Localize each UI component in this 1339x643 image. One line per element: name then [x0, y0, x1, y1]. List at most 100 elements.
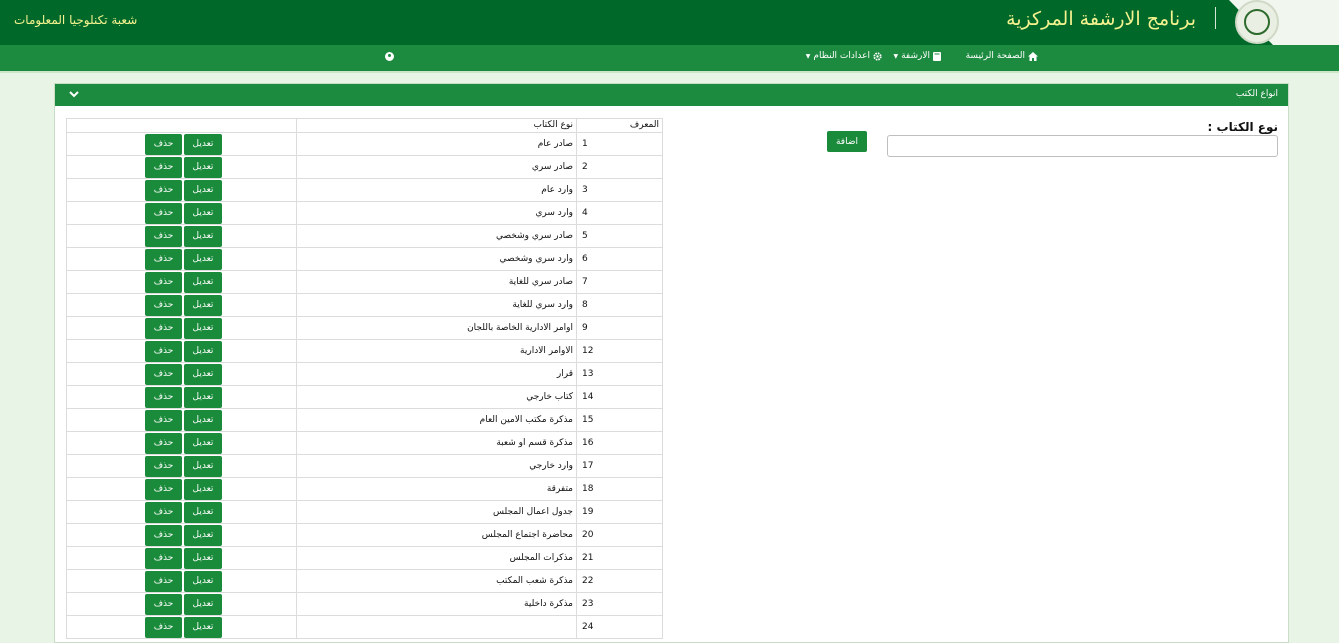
edit-button[interactable]: تعديل: [184, 294, 222, 316]
edit-button[interactable]: تعديل: [184, 501, 222, 523]
delete-button[interactable]: حذف: [145, 501, 182, 523]
edit-button[interactable]: تعديل: [184, 179, 222, 201]
row-actions: تعديلحذف: [66, 316, 297, 340]
row-actions: تعديلحذف: [66, 362, 297, 386]
edit-button[interactable]: تعديل: [184, 432, 222, 454]
row-book-type: الاوامر الادارية: [296, 339, 577, 363]
row-actions: تعديلحذف: [66, 155, 297, 179]
delete-button[interactable]: حذف: [145, 478, 182, 500]
row-id: 1: [576, 132, 663, 156]
user-circle-icon[interactable]: [385, 52, 394, 61]
edit-button[interactable]: تعديل: [184, 616, 222, 638]
home-icon: [1028, 51, 1038, 61]
table-row: 19 جدول اعمال المجلس تعديلحذف: [66, 500, 663, 524]
delete-button[interactable]: حذف: [145, 340, 182, 362]
delete-button[interactable]: حذف: [145, 409, 182, 431]
row-actions: تعديلحذف: [66, 431, 297, 455]
delete-button[interactable]: حذف: [145, 317, 182, 339]
row-book-type: مذكرة مكتب الامين العام: [296, 408, 577, 432]
department-name: شعبة تكنلوجيا المعلومات: [14, 13, 138, 27]
row-actions: تعديلحذف: [66, 569, 297, 593]
delete-button[interactable]: حذف: [145, 386, 182, 408]
edit-button[interactable]: تعديل: [184, 202, 222, 224]
delete-button[interactable]: حذف: [145, 248, 182, 270]
row-book-type: مذكرات المجلس: [296, 546, 577, 570]
edit-button[interactable]: تعديل: [184, 386, 222, 408]
row-actions: تعديلحذف: [66, 201, 297, 225]
row-book-type: وارد خارجي: [296, 454, 577, 478]
edit-button[interactable]: تعديل: [184, 271, 222, 293]
edit-button[interactable]: تعديل: [184, 593, 222, 615]
row-id: 4: [576, 201, 663, 225]
table-row: 8 وارد سري للغاية تعديلحذف: [66, 293, 663, 317]
row-actions: تعديلحذف: [66, 408, 297, 432]
main-navbar: الصفحة الرئيسة الارشفة ▼ اعدادات النظام …: [0, 45, 1339, 73]
edit-button[interactable]: تعديل: [184, 225, 222, 247]
delete-button[interactable]: حذف: [145, 547, 182, 569]
edit-button[interactable]: تعديل: [184, 156, 222, 178]
delete-button[interactable]: حذف: [145, 593, 182, 615]
table-row: 4 وارد سري تعديلحذف: [66, 201, 663, 225]
delete-button[interactable]: حذف: [145, 616, 182, 638]
book-type-input[interactable]: [887, 135, 1278, 157]
row-id: 17: [576, 454, 663, 478]
edit-button[interactable]: تعديل: [184, 547, 222, 569]
edit-button[interactable]: تعديل: [184, 570, 222, 592]
title-divider: [1215, 7, 1216, 29]
edit-button[interactable]: تعديل: [184, 248, 222, 270]
row-book-type: صادر سري: [296, 155, 577, 179]
delete-button[interactable]: حذف: [145, 363, 182, 385]
book-types-panel: انواع الكتب نوع الكتاب : اضافة المعرف نو…: [54, 83, 1289, 643]
col-header-actions: [66, 118, 297, 133]
delete-button[interactable]: حذف: [145, 570, 182, 592]
edit-button[interactable]: تعديل: [184, 133, 222, 155]
row-id: 20: [576, 523, 663, 547]
edit-button[interactable]: تعديل: [184, 317, 222, 339]
edit-button[interactable]: تعديل: [184, 363, 222, 385]
panel-header: انواع الكتب: [55, 84, 1288, 106]
row-id: 15: [576, 408, 663, 432]
delete-button[interactable]: حذف: [145, 225, 182, 247]
row-book-type: وارد سري: [296, 201, 577, 225]
delete-button[interactable]: حذف: [145, 455, 182, 477]
delete-button[interactable]: حذف: [145, 524, 182, 546]
row-book-type: كتاب خارجي: [296, 385, 577, 409]
row-id: 2: [576, 155, 663, 179]
row-id: 7: [576, 270, 663, 294]
add-button[interactable]: اضافة: [827, 131, 867, 152]
edit-button[interactable]: تعديل: [184, 478, 222, 500]
delete-button[interactable]: حذف: [145, 271, 182, 293]
row-id: 8: [576, 293, 663, 317]
delete-button[interactable]: حذف: [145, 133, 182, 155]
table-row: 24 تعديلحذف: [66, 615, 663, 639]
edit-button[interactable]: تعديل: [184, 409, 222, 431]
delete-button[interactable]: حذف: [145, 432, 182, 454]
row-id: 5: [576, 224, 663, 248]
delete-button[interactable]: حذف: [145, 202, 182, 224]
table-row: 16 مذكرة قسم او شعبة تعديلحذف: [66, 431, 663, 455]
nav-settings-label: اعدادات النظام: [813, 51, 870, 61]
seal-logo: [1235, 0, 1279, 44]
edit-button[interactable]: تعديل: [184, 524, 222, 546]
gear-icon: [873, 51, 882, 61]
row-book-type: مذكرة شعب المكتب: [296, 569, 577, 593]
edit-button[interactable]: تعديل: [184, 455, 222, 477]
delete-button[interactable]: حذف: [145, 294, 182, 316]
table-row: 18 متفرقة تعديلحذف: [66, 477, 663, 501]
chevron-down-icon[interactable]: [69, 90, 79, 98]
nav-archive[interactable]: الارشفة ▼: [893, 51, 941, 61]
row-id: 22: [576, 569, 663, 593]
row-book-type: مذكرة داخلية: [296, 592, 577, 616]
delete-button[interactable]: حذف: [145, 179, 182, 201]
row-book-type: صادر عام: [296, 132, 577, 156]
row-actions: تعديلحذف: [66, 247, 297, 271]
nav-settings[interactable]: اعدادات النظام ▼: [806, 51, 882, 61]
nav-home[interactable]: الصفحة الرئيسة: [966, 51, 1038, 61]
delete-button[interactable]: حذف: [145, 156, 182, 178]
edit-button[interactable]: تعديل: [184, 340, 222, 362]
row-actions: تعديلحذف: [66, 615, 297, 639]
row-id: 19: [576, 500, 663, 524]
table-row: 20 محاضرة اجتماع المجلس تعديلحذف: [66, 523, 663, 547]
row-book-type: قرار: [296, 362, 577, 386]
row-book-type: صادر سري للغاية: [296, 270, 577, 294]
